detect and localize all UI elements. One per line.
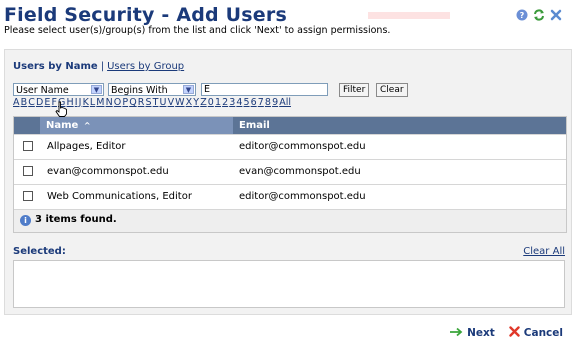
- operator-select-value: Begins With: [111, 85, 168, 96]
- name-column-label: Name: [46, 120, 79, 131]
- alphabet-letter-link[interactable]: S: [145, 97, 151, 108]
- chevron-down-icon: ▼: [91, 85, 102, 94]
- alphabet-letter-link[interactable]: U: [160, 97, 167, 108]
- name-column-header[interactable]: Name ^: [40, 117, 233, 134]
- table-row[interactable]: Allpages, Editor editor@commonspot.edu: [14, 134, 566, 159]
- row-email: editor@commonspot.edu: [239, 141, 366, 152]
- dialog-footer: Next Cancel: [449, 326, 563, 340]
- alphabet-letter-link[interactable]: A: [13, 97, 20, 108]
- field-select[interactable]: User Name ▼: [13, 83, 104, 96]
- cancel-x-icon: [509, 326, 520, 340]
- arrow-right-icon: [449, 327, 463, 340]
- search-input[interactable]: [201, 83, 328, 96]
- alphabet-letter-link[interactable]: 3: [229, 97, 235, 108]
- header-decoration: [368, 12, 450, 19]
- operator-select[interactable]: Begins With ▼: [108, 83, 196, 96]
- alphabet-letter-link[interactable]: Z: [200, 97, 207, 108]
- alphabet-letter-link[interactable]: 5: [244, 97, 250, 108]
- refresh-icon[interactable]: [533, 9, 545, 21]
- row-name: Allpages, Editor: [47, 141, 126, 152]
- alphabet-letter-link[interactable]: P: [122, 97, 128, 108]
- alphabet-letter-link[interactable]: X: [186, 97, 193, 108]
- dialog-header: Field Security - Add Users Please select…: [0, 0, 576, 44]
- alphabet-letter-link[interactable]: 8: [265, 97, 271, 108]
- alphabet-letter-link[interactable]: K: [83, 97, 89, 108]
- tab-users-by-group[interactable]: Users by Group: [107, 61, 184, 72]
- alphabet-letter-link[interactable]: D: [36, 97, 43, 108]
- row-name: Web Communications, Editor: [47, 191, 192, 202]
- svg-text:?: ?: [520, 11, 525, 20]
- help-icon[interactable]: ?: [516, 9, 528, 21]
- alphabet-letter-link[interactable]: N: [106, 97, 113, 108]
- alphabet-letter-link[interactable]: O: [114, 97, 121, 108]
- table-row[interactable]: Web Communications, Editor editor@common…: [14, 184, 566, 209]
- alphabet-letter-link[interactable]: J: [79, 97, 82, 108]
- chevron-down-icon: ▼: [183, 85, 194, 94]
- tab-users-by-name[interactable]: Users by Name: [13, 61, 98, 72]
- selected-header: Selected: Clear All: [13, 246, 565, 257]
- selected-list[interactable]: [13, 260, 565, 308]
- alphabet-letter-link[interactable]: R: [138, 97, 145, 108]
- user-search-panel: Users by Name | Users by Group User Name ▼…: [4, 49, 572, 315]
- clear-button[interactable]: Clear: [376, 83, 408, 97]
- close-icon[interactable]: [550, 9, 562, 21]
- table-header: Name ^ Email: [14, 117, 566, 134]
- sort-ascending-icon: ^: [83, 121, 91, 130]
- results-count: 3 items found.: [35, 214, 117, 225]
- filter-button[interactable]: Filter: [339, 83, 370, 97]
- results-status: i 3 items found.: [14, 209, 566, 232]
- tab-bar: Users by Name | Users by Group: [13, 61, 184, 72]
- alphabet-letter-link[interactable]: 7: [258, 97, 264, 108]
- cancel-label: Cancel: [523, 327, 563, 339]
- table-row[interactable]: evan@commonspot.edu evan@commonspot.edu: [14, 159, 566, 184]
- alphabet-letter-link[interactable]: 6: [251, 97, 257, 108]
- alphabet-letter-link[interactable]: W: [175, 97, 184, 108]
- alphabet-letter-link[interactable]: 0: [208, 97, 214, 108]
- hand-cursor-icon: [55, 101, 68, 121]
- alphabet-letter-link[interactable]: T: [153, 97, 159, 108]
- row-checkbox[interactable]: [23, 166, 33, 176]
- alphabet-letter-link[interactable]: E: [44, 97, 50, 108]
- alphabet-letter-link[interactable]: Y: [193, 97, 199, 108]
- next-label: Next: [467, 327, 495, 339]
- header-checkbox-column: [14, 117, 40, 134]
- alphabet-letter-link[interactable]: 4: [236, 97, 242, 108]
- alphabet-letter-link[interactable]: 2: [222, 97, 228, 108]
- row-email: evan@commonspot.edu: [239, 166, 361, 177]
- next-button[interactable]: Next: [449, 327, 495, 340]
- row-name: evan@commonspot.edu: [47, 166, 169, 177]
- row-checkbox[interactable]: [23, 141, 33, 151]
- email-column-header[interactable]: Email: [235, 117, 270, 134]
- page-subtitle: Please select user(s)/group(s) from the …: [4, 25, 391, 36]
- field-select-value: User Name: [16, 85, 69, 96]
- header-icons: ?: [516, 9, 562, 21]
- row-checkbox[interactable]: [23, 191, 33, 201]
- alphabet-letter-link[interactable]: I: [75, 97, 78, 108]
- alphabet-letter-link[interactable]: M: [96, 97, 104, 108]
- selected-label: Selected:: [13, 246, 66, 257]
- alphabet-letter-link[interactable]: 9: [272, 97, 278, 108]
- cancel-button[interactable]: Cancel: [509, 326, 563, 340]
- users-table: Name ^ Email Allpages, Editor editor@com…: [13, 116, 567, 233]
- alphabet-letter-link[interactable]: Q: [129, 97, 136, 108]
- info-icon: i: [20, 215, 31, 226]
- alphabet-letter-link[interactable]: B: [21, 97, 28, 108]
- alphabet-letter-link[interactable]: All: [279, 97, 291, 108]
- alphabet-letter-link[interactable]: C: [28, 97, 35, 108]
- row-email: editor@commonspot.edu: [239, 191, 366, 202]
- alphabet-letter-link[interactable]: 1: [215, 97, 221, 108]
- page-title: Field Security - Add Users: [4, 4, 287, 26]
- alphabet-letter-link[interactable]: V: [168, 97, 175, 108]
- clear-all-link[interactable]: Clear All: [523, 246, 565, 257]
- alphabet-letter-link[interactable]: L: [90, 97, 95, 108]
- tab-separator: |: [100, 61, 105, 72]
